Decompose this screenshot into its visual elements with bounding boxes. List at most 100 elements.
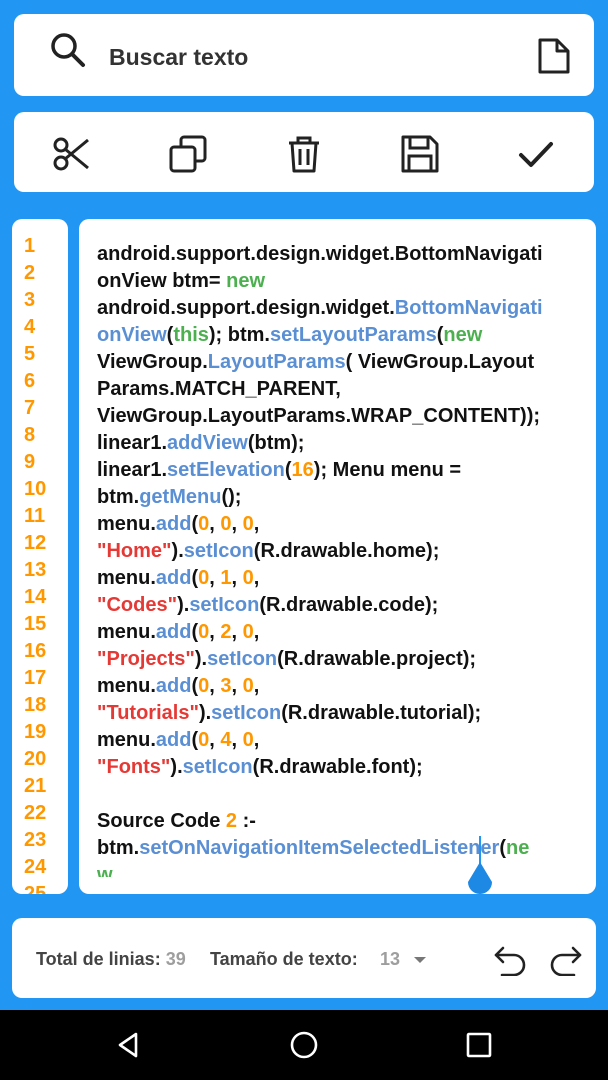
code-token: , <box>231 567 243 589</box>
code-token: 0 <box>198 513 210 535</box>
status-bar: Total de linias: 39 Tamaño de texto: 13 <box>12 918 596 998</box>
text-size-value: 13 <box>380 949 401 969</box>
code-line: ViewGroup.LayoutParams( ViewGroup.Layout <box>97 349 579 376</box>
code-token: Params.MATCH_PARENT, <box>97 378 341 400</box>
code-token: "Fonts" <box>97 756 171 778</box>
code-token: setIcon <box>182 756 253 778</box>
code-token: , <box>253 675 260 697</box>
code-token: add <box>155 675 192 697</box>
total-lines-value: 39 <box>165 949 186 969</box>
code-line: android.support.design.widget.BottomNavi… <box>97 241 579 268</box>
code-token: btm. <box>97 486 140 508</box>
code-line: menu.add(0, 1, 0, <box>97 565 579 592</box>
code-token: this <box>173 324 209 346</box>
code-line: btm.setOnNavigationItemSelectedListener(… <box>97 835 579 862</box>
toolbar <box>14 112 594 192</box>
confirm-button[interactable] <box>514 132 558 176</box>
code-editor[interactable]: android.support.design.widget.BottomNavi… <box>79 219 596 894</box>
code-token: , <box>253 567 260 589</box>
code-line: "Tutorials").setIcon(R.drawable.tutorial… <box>97 700 579 727</box>
code-line: ViewGroup.LayoutParams.WRAP_CONTENT)); <box>97 403 579 430</box>
code-token: 1 <box>220 567 232 589</box>
home-icon[interactable] <box>289 1030 319 1060</box>
code-line: "Codes").setIcon(R.drawable.code); <box>97 592 579 619</box>
text-size-label: Tamaño de texto: <box>210 949 358 970</box>
cut-button[interactable] <box>50 132 94 176</box>
delete-button[interactable] <box>282 132 326 176</box>
code-line: menu.add(0, 0, 0, <box>97 511 579 538</box>
code-token: LayoutParams <box>207 351 346 373</box>
undo-icon[interactable] <box>492 940 528 976</box>
code-token: new <box>443 324 483 346</box>
code-token: add <box>155 567 192 589</box>
scissors-icon <box>53 137 89 171</box>
code-token: , <box>209 621 221 643</box>
code-token: , <box>231 729 243 751</box>
code-token: , <box>231 513 243 535</box>
code-token: , <box>209 675 221 697</box>
recents-icon[interactable] <box>464 1030 494 1060</box>
code-token: setIcon <box>211 702 282 724</box>
code-token: 2 <box>220 621 232 643</box>
line-number: 15 <box>24 613 47 635</box>
copy-button[interactable] <box>166 132 210 176</box>
code-token: menu. <box>97 729 156 751</box>
code-token: 4 <box>220 729 232 751</box>
code-token: ne <box>506 837 530 859</box>
line-number: 25 <box>24 883 47 894</box>
code-token: 0 <box>242 729 254 751</box>
code-line: android.support.design.widget.BottomNavi… <box>97 295 579 322</box>
code-line: Source Code 2 :- <box>97 808 579 835</box>
code-token: , <box>231 675 243 697</box>
back-icon[interactable] <box>114 1030 144 1060</box>
code-line: linear1.setElevation(16); Menu menu = <box>97 457 579 484</box>
code-token: linear1. <box>97 432 168 454</box>
code-token: ( <box>284 459 292 481</box>
code-token: , <box>253 729 260 751</box>
line-number: 20 <box>24 748 47 770</box>
redo-icon[interactable] <box>548 940 584 976</box>
code-token: , <box>253 513 260 535</box>
line-number: 8 <box>24 424 36 446</box>
save-button[interactable] <box>398 132 442 176</box>
code-token: onView <box>97 324 167 346</box>
code-token: setOnNavigationItemSelectedListener <box>139 837 500 859</box>
code-token: (R.drawable.tutorial); <box>281 702 482 724</box>
code-token: ). <box>171 540 184 562</box>
code-token: 0 <box>242 567 254 589</box>
code-token: (btm); <box>247 432 305 454</box>
search-bar[interactable]: Buscar texto <box>14 14 594 96</box>
code-token: 0 <box>242 513 254 535</box>
save-icon <box>401 135 439 173</box>
text-size-select[interactable]: 13 <box>380 949 427 970</box>
code-token: "Tutorials" <box>97 702 199 724</box>
code-token: (R.drawable.project); <box>277 648 477 670</box>
line-number: 24 <box>24 856 47 878</box>
code-token: btm. <box>97 837 140 859</box>
search-input[interactable]: Buscar texto <box>109 44 248 71</box>
line-number: 23 <box>24 829 47 851</box>
code-token: 3 <box>220 675 232 697</box>
code-token: , <box>209 513 221 535</box>
code-token: (R.drawable.home); <box>253 540 440 562</box>
text-size-caption: Tamaño de texto: <box>210 949 358 969</box>
check-icon <box>519 142 553 167</box>
code-line: btm.getMenu(); <box>97 484 579 511</box>
code-line: menu.add(0, 2, 0, <box>97 619 579 646</box>
code-token: , <box>231 621 243 643</box>
code-token: menu. <box>97 675 156 697</box>
line-number: 16 <box>24 640 47 662</box>
line-number-gutter: 1 2 3 4 5 6 7 8 9 10 11 12 13 14 15 16 17 18 19 20 21 22 23 24 2… <box>12 219 68 894</box>
cursor-handle[interactable] <box>466 862 494 898</box>
code-line: menu.add(0, 4, 0, <box>97 727 579 754</box>
code-text-area[interactable]: android.support.design.widget.BottomNavi… <box>97 241 579 877</box>
code-token: (); <box>221 486 242 508</box>
line-number: 18 <box>24 694 47 716</box>
code-token: android.support.design.widget.BottomNavi… <box>97 243 543 265</box>
line-number: 1 <box>24 235 36 257</box>
line-number: 4 <box>24 316 36 338</box>
code-line: onView btm= new <box>97 268 579 295</box>
code-token: setIcon <box>183 540 254 562</box>
code-token: linear1. <box>97 459 168 481</box>
